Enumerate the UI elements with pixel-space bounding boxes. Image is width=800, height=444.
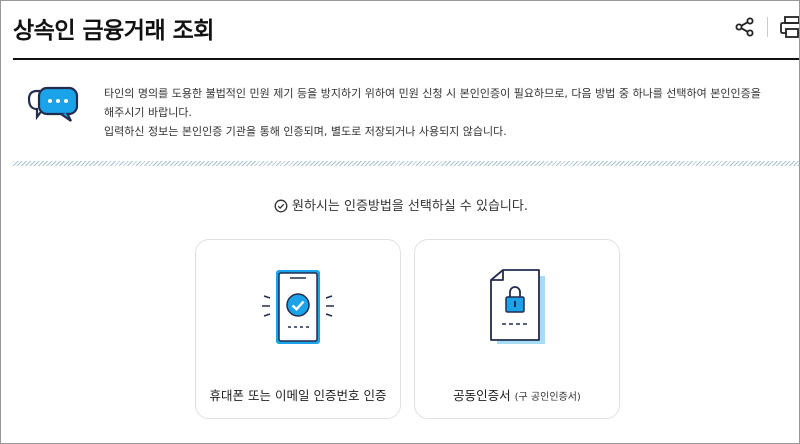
- auth-notice: 타인의 명의를 도용한 불법적인 민원 제기 등을 방지하기 위하여 민원 신청…: [104, 84, 794, 141]
- auth-option-label-note: (구 공인인증서): [514, 392, 581, 403]
- chat-bubble-icon: [27, 86, 79, 122]
- header-divider: [767, 17, 768, 37]
- auth-option-certificate[interactable]: 공동인증서 (구 공인인증서): [414, 239, 620, 419]
- auth-prompt-text: 원하시는 인증방법을 선택하실 수 있습니다.: [292, 199, 528, 214]
- notice-line-1: 타인의 명의를 도용한 불법적인 민원 제기 등을 방지하기 위하여 민원 신청…: [104, 87, 761, 100]
- notice-line-2: 해주시기 바랍니다.: [104, 106, 192, 119]
- auth-prompt: 원하시는 인증방법을 선택하실 수 있습니다.: [1, 195, 799, 214]
- page-title: 상속인 금융거래 조회: [13, 18, 214, 44]
- section-divider: [13, 161, 799, 166]
- auth-option-label-main: 공동인증서: [453, 388, 511, 403]
- auth-option-label: 공동인증서 (구 공인인증서): [415, 385, 619, 404]
- print-icon[interactable]: [779, 15, 800, 39]
- share-icon[interactable]: [734, 16, 756, 38]
- certificate-lock-icon: [490, 269, 545, 344]
- header-rule: [13, 58, 799, 60]
- notice-line-3: 입력하신 정보는 본인인증 기관을 통해 인증되며, 별도로 저장되거나 사용되…: [104, 125, 507, 138]
- auth-option-label: 휴대폰 또는 이메일 인증번호 인증: [209, 388, 387, 403]
- auth-option-phone-email[interactable]: 휴대폰 또는 이메일 인증번호 인증: [195, 239, 401, 419]
- check-circle-icon: [274, 199, 288, 213]
- page-frame: 상속인 금융거래 조회 타인의 명의를 도용한 불법적인 민원 제기 등을 방지…: [0, 0, 800, 444]
- phone-check-icon: [262, 270, 334, 344]
